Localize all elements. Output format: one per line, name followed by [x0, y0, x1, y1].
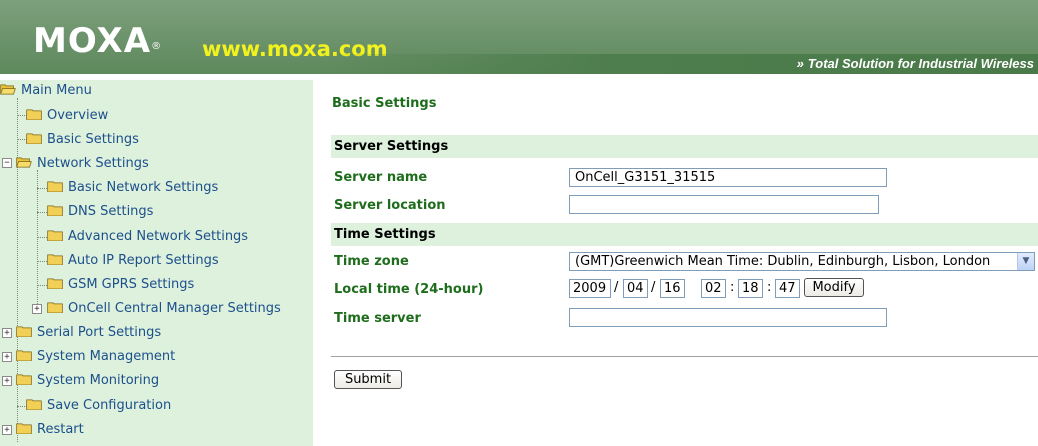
time-separator: : — [767, 280, 772, 295]
folder-icon — [47, 278, 63, 289]
sidebar-menu: Main Menu Overview Basic Settings − Netw… — [0, 80, 313, 446]
sidebar-item-network-settings[interactable]: Network Settings — [16, 153, 149, 175]
sidebar-item-system-management[interactable]: System Management — [16, 346, 175, 368]
folder-icon — [47, 181, 63, 192]
expand-toggle-icon[interactable]: + — [32, 304, 42, 314]
expand-toggle-icon[interactable]: + — [2, 328, 12, 338]
server-location-label: Server location — [334, 198, 446, 213]
date-separator: / — [614, 280, 619, 295]
folder-icon — [47, 230, 63, 241]
sidebar-item-advanced-network-settings[interactable]: Advanced Network Settings — [47, 226, 248, 248]
sidebar-item-restart[interactable]: Restart — [16, 419, 84, 441]
sidebar-item-serial-port-settings[interactable]: Serial Port Settings — [16, 322, 161, 344]
sidebar-item-dns-settings[interactable]: DNS Settings — [47, 201, 153, 223]
server-name-label: Server name — [334, 170, 428, 185]
sidebar-item-basic-settings[interactable]: Basic Settings — [26, 129, 139, 151]
hour-input[interactable] — [701, 279, 726, 298]
divider — [331, 356, 1038, 357]
folder-icon — [16, 374, 32, 385]
folder-icon — [16, 350, 32, 361]
tree-guide — [37, 237, 47, 238]
section-header-server-settings: Server Settings — [331, 135, 1038, 158]
tree-guide — [37, 188, 47, 189]
server-name-input[interactable] — [569, 168, 887, 187]
sidebar-item-gsm-gprs-settings[interactable]: GSM GPRS Settings — [47, 274, 194, 296]
moxa-logo: MOXA® — [33, 21, 163, 61]
sidebar-item-save-configuration[interactable]: Save Configuration — [26, 395, 171, 417]
day-input[interactable] — [660, 279, 685, 298]
time-zone-label: Time zone — [334, 254, 409, 269]
header-banner: MOXA® www.moxa.com » Total Solution for I… — [0, 0, 1038, 74]
folder-icon — [26, 133, 42, 144]
modify-button[interactable]: Modify — [804, 278, 864, 297]
expand-toggle-icon[interactable]: + — [2, 376, 12, 386]
sidebar-root-main-menu[interactable]: Main Menu — [0, 80, 92, 102]
second-input[interactable] — [775, 279, 800, 298]
local-time-label: Local time (24-hour) — [334, 282, 484, 297]
tree-guide — [37, 285, 47, 286]
date-separator: / — [651, 280, 656, 295]
expand-toggle-icon[interactable]: + — [2, 352, 12, 362]
sidebar-item-basic-network-settings[interactable]: Basic Network Settings — [47, 177, 218, 199]
chevron-down-icon[interactable]: ▼ — [1017, 253, 1034, 270]
folder-icon — [26, 399, 42, 410]
server-location-input[interactable] — [569, 195, 879, 214]
main-content: Basic Settings Server Settings Server na… — [313, 80, 1038, 446]
collapse-toggle-icon[interactable]: − — [2, 158, 12, 168]
folder-icon — [16, 326, 32, 337]
double-chevron-icon: » — [796, 56, 804, 71]
minute-input[interactable] — [738, 279, 763, 298]
time-server-input[interactable] — [569, 308, 887, 327]
expand-toggle-icon[interactable]: + — [2, 425, 12, 435]
time-separator: : — [730, 280, 735, 295]
tree-guide — [37, 261, 47, 262]
year-input[interactable] — [569, 279, 611, 298]
folder-icon — [47, 254, 63, 265]
tree-guide — [37, 170, 38, 310]
folder-icon — [47, 302, 63, 313]
month-input[interactable] — [623, 279, 648, 298]
sidebar-item-auto-ip-report-settings[interactable]: Auto IP Report Settings — [47, 250, 219, 272]
folder-icon — [47, 205, 63, 216]
page-title: Basic Settings — [332, 96, 437, 111]
time-zone-select[interactable]: (GMT)Greenwich Mean Time: Dublin, Edinbu… — [569, 252, 1035, 271]
tree-guide — [37, 212, 47, 213]
section-header-time-settings: Time Settings — [331, 223, 1038, 246]
open-folder-icon — [0, 84, 16, 95]
sidebar-item-oncell-central-manager-settings[interactable]: OnCell Central Manager Settings — [47, 298, 281, 320]
time-server-label: Time server — [334, 311, 421, 326]
folder-icon — [26, 109, 42, 120]
submit-button[interactable]: Submit — [334, 370, 402, 389]
sidebar-item-overview[interactable]: Overview — [26, 105, 108, 127]
folder-icon — [16, 423, 32, 434]
open-folder-icon — [16, 157, 32, 168]
sidebar-item-system-monitoring[interactable]: System Monitoring — [16, 370, 159, 392]
tagline: » Total Solution for Industrial Wireless — [796, 56, 1034, 71]
